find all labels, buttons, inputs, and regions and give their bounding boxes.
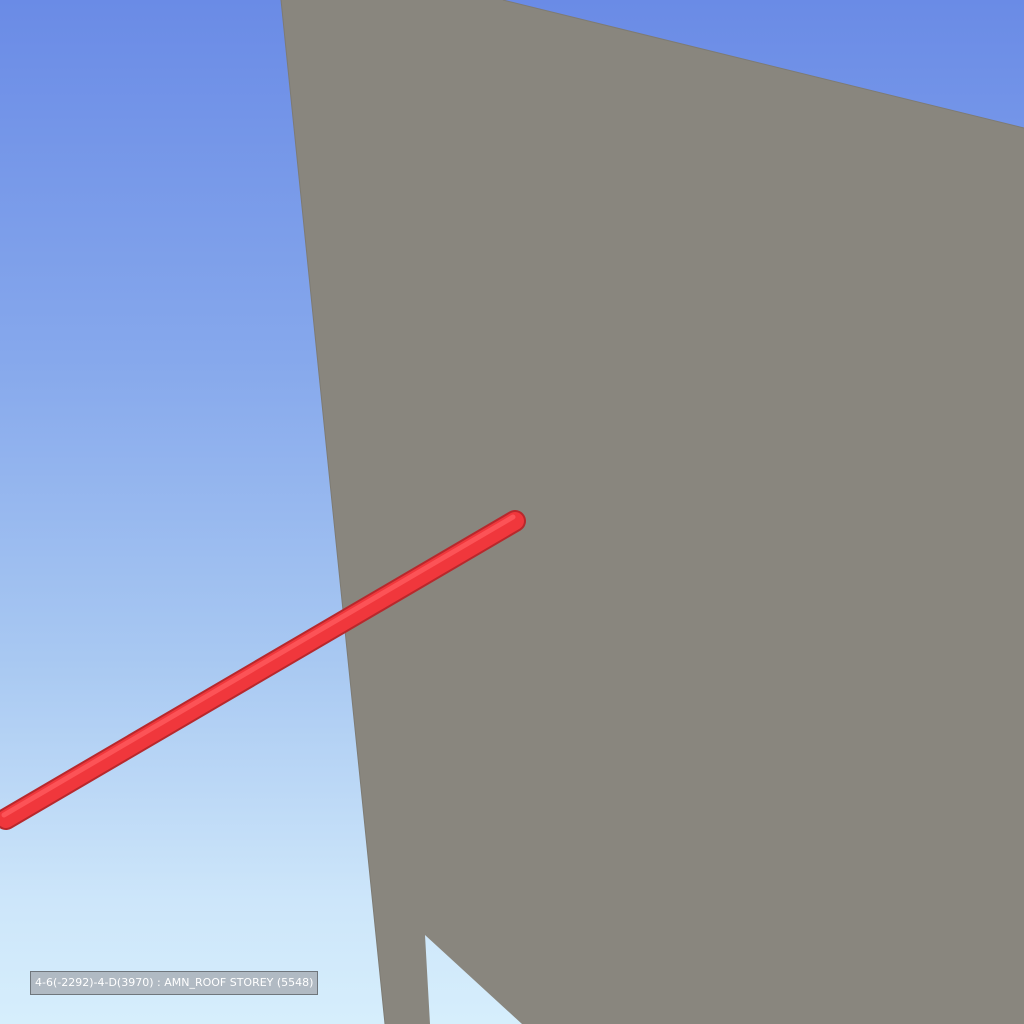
selection-info-label: 4-6(-2292)-4-D(3970) : AMN_ROOF STOREY (… <box>30 971 319 995</box>
3d-viewport[interactable]: 4-6(-2292)-4-D(3970) : AMN_ROOF STOREY (… <box>0 0 1024 1024</box>
scene-canvas[interactable] <box>0 0 1024 1024</box>
wall-panel[interactable] <box>281 0 1024 1024</box>
